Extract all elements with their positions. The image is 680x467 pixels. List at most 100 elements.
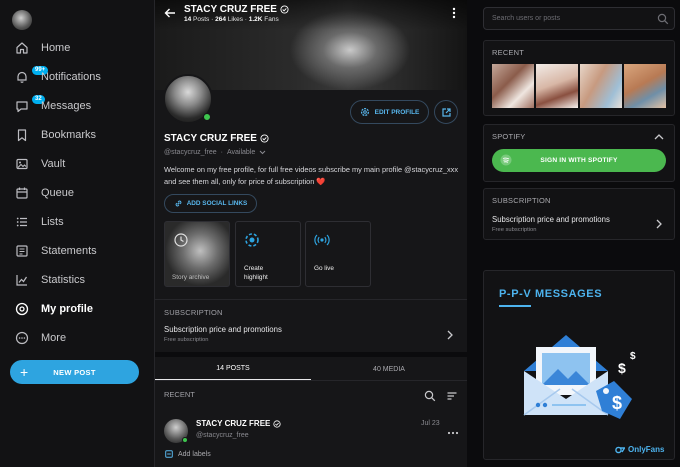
sidebar-item-label: Notifications <box>41 71 101 83</box>
posts-search-button[interactable] <box>424 389 436 402</box>
profile-icon <box>14 301 30 317</box>
verified-icon <box>280 5 289 14</box>
more-icon <box>14 330 30 346</box>
sidebar-item-notifications[interactable]: 99+ Notifications <box>0 64 155 90</box>
vault-icon <box>14 156 30 172</box>
search-input[interactable]: Search users or posts <box>483 7 675 30</box>
recent-media-card: RECENT <box>483 40 675 116</box>
onlyfans-brand: OnlyFans <box>615 445 664 454</box>
sidebar-item-my-profile[interactable]: My profile <box>0 296 155 322</box>
recent-posts-heading: RECENT <box>164 390 195 399</box>
sidebar-item-more[interactable]: More <box>0 325 155 351</box>
right-subscription-card[interactable]: SUBSCRIPTION Subscription price and prom… <box>483 188 675 240</box>
link-icon <box>175 200 182 207</box>
story-archive-tile[interactable]: Story archive <box>164 221 230 287</box>
new-post-button[interactable]: + NEW POST <box>10 360 139 384</box>
ppv-messages-ad[interactable]: P-P-V MESSAGES $ $ $ OnlyFans <box>483 270 675 460</box>
recent-thumbnail[interactable] <box>624 64 666 108</box>
bell-icon: 99+ <box>14 66 49 85</box>
verified-icon <box>273 419 281 428</box>
sidebar-item-home[interactable]: Home <box>0 35 155 61</box>
right-subscription-title: SUBSCRIPTION <box>492 196 551 205</box>
add-labels-button[interactable]: Add labels <box>165 450 211 458</box>
chat-icon: 32 <box>14 95 45 114</box>
post-author-name[interactable]: STACY CRUZ FREE <box>196 419 281 428</box>
broadcast-icon <box>314 234 330 246</box>
app-window: Home 99+ Notifications 32 Messages Bookm… <box>0 0 680 467</box>
svg-text:$: $ <box>618 360 626 376</box>
story-archive-label: Story archive <box>172 274 210 281</box>
tab-media[interactable]: 40 MEDIA <box>311 358 467 380</box>
tab-posts[interactable]: 14 POSTS <box>155 358 311 380</box>
back-button[interactable] <box>163 6 177 20</box>
sidebar-item-bookmarks[interactable]: Bookmarks <box>0 122 155 148</box>
sidebar-item-statistics[interactable]: Statistics <box>0 267 155 293</box>
add-social-links-label: ADD SOCIAL LINKS <box>186 200 248 207</box>
sort-icon <box>447 392 457 400</box>
subscription-row-title: Subscription price and promotions <box>164 325 282 334</box>
availability-status[interactable]: Available <box>227 149 255 156</box>
chevron-down-icon[interactable] <box>259 150 266 155</box>
sidebar-item-queue[interactable]: Queue <box>0 180 155 206</box>
sidebar-item-statements[interactable]: Statements <box>0 238 155 264</box>
fans-count: 1.2K <box>248 16 263 23</box>
user-avatar[interactable] <box>12 10 32 30</box>
profile-bio: Welcome on my free profile, for full fre… <box>164 165 459 186</box>
add-social-links-button[interactable]: ADD SOCIAL LINKS <box>164 194 257 213</box>
profile-name: STACY CRUZ FREE <box>164 133 269 144</box>
online-indicator <box>203 113 211 121</box>
online-indicator <box>182 437 188 443</box>
create-highlight-tile[interactable]: Create highlight <box>235 221 301 287</box>
divider <box>155 380 467 381</box>
list-icon <box>14 214 30 230</box>
recent-media-title: RECENT <box>492 48 525 57</box>
recent-thumbnail[interactable] <box>492 64 534 108</box>
subscription-row-sub: Free subscription <box>164 337 209 343</box>
sidebar-item-vault[interactable]: Vault <box>0 151 155 177</box>
add-labels-label: Add labels <box>178 450 211 458</box>
go-live-tile[interactable]: Go live <box>305 221 371 287</box>
right-subscription-row-sub: Free subscription <box>492 227 537 233</box>
header-stats: 14 Posts · 264 Likes · 1.2K Fans <box>184 16 279 23</box>
calendar-icon <box>14 185 30 201</box>
fans-word: Fans <box>264 16 279 23</box>
divider <box>155 299 467 300</box>
edit-profile-button[interactable]: EDIT PROFILE <box>350 100 429 124</box>
sidebar-item-label: Queue <box>41 187 75 199</box>
sidebar: Home 99+ Notifications 32 Messages Bookm… <box>0 0 155 467</box>
profile-handle: @stacycruz_free <box>164 149 217 156</box>
subscription-title: SUBSCRIPTION <box>164 308 223 317</box>
edit-profile-label: EDIT PROFILE <box>374 108 420 116</box>
posts-sort-button[interactable] <box>446 389 458 401</box>
post-more-button[interactable] <box>447 422 459 435</box>
gear-icon <box>360 107 369 117</box>
label-icon <box>165 450 173 458</box>
header-more-button[interactable] <box>451 6 457 20</box>
spotify-sign-in-button[interactable]: SIGN IN WITH SPOTIFY <box>492 149 666 172</box>
share-button[interactable] <box>434 100 458 124</box>
sidebar-item-label: Home <box>41 42 71 54</box>
recent-thumbnail[interactable] <box>536 64 578 108</box>
sidebar-item-label: My profile <box>41 303 93 315</box>
sidebar-item-lists[interactable]: Lists <box>0 209 155 235</box>
verified-icon <box>260 134 269 143</box>
onlyfans-logo-icon <box>615 446 625 453</box>
back-arrow-icon <box>164 8 175 18</box>
sidebar-item-messages[interactable]: 32 Messages <box>0 93 155 119</box>
subscription-row[interactable]: Subscription price and promotions Free s… <box>155 320 467 350</box>
sidebar-item-label: Messages <box>41 100 92 112</box>
ellipsis-icon <box>447 431 459 435</box>
spotify-title: SPOTIFY <box>492 132 526 141</box>
profile-name-text: STACY CRUZ FREE <box>164 133 257 144</box>
plus-icon: + <box>20 364 29 380</box>
sidebar-item-label: Statistics <box>41 274 86 286</box>
go-live-label: Go live <box>314 265 334 272</box>
sidebar-item-label: Statements <box>41 245 97 257</box>
recent-thumbnail[interactable] <box>580 64 622 108</box>
chevron-up-icon[interactable] <box>654 133 664 141</box>
spotify-logo-icon <box>500 154 512 166</box>
envelope-price-tag-illustration: $ $ $ <box>523 335 636 419</box>
statements-icon <box>14 243 30 259</box>
search-icon[interactable] <box>657 13 669 25</box>
chevron-right-icon <box>656 219 662 229</box>
